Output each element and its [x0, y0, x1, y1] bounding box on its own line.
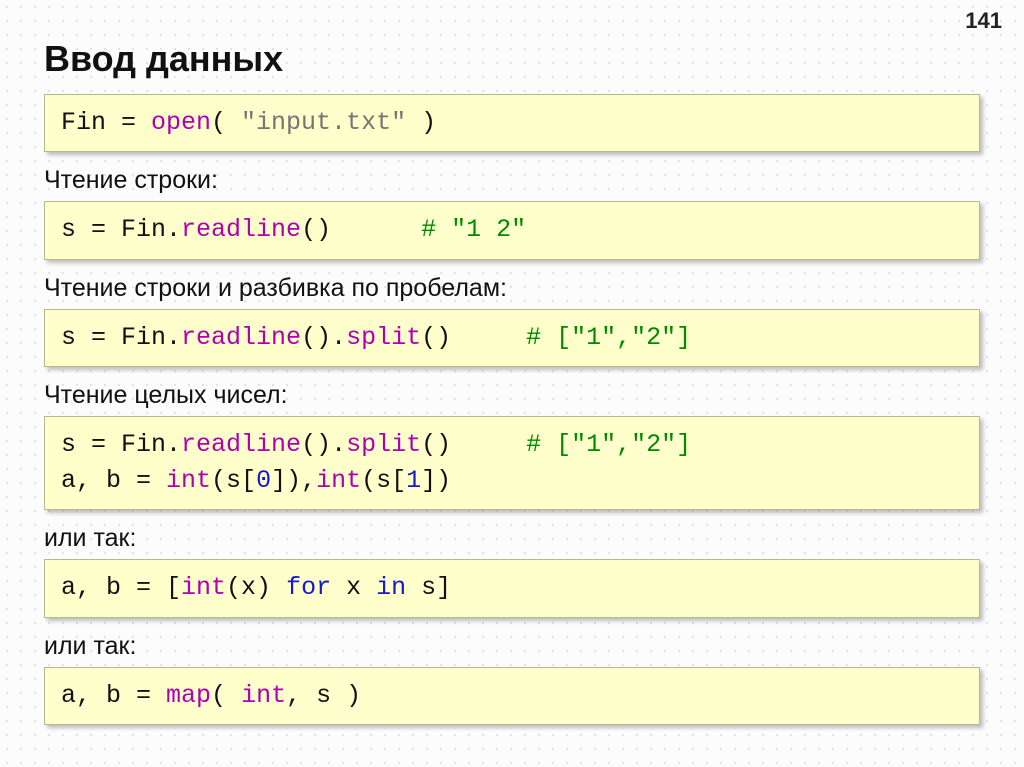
- code-comment: # ["1","2"]: [526, 323, 691, 352]
- code-func: int: [316, 466, 361, 495]
- code-keyword: in: [376, 573, 406, 602]
- page-number: 141: [965, 8, 1002, 34]
- code-text: s]: [406, 573, 451, 602]
- slide-title: Ввод данных: [44, 38, 980, 80]
- code-comment: # ["1","2"]: [526, 430, 691, 459]
- code-text: (: [211, 681, 241, 710]
- code-text: s = Fin.: [61, 215, 181, 244]
- code-func: open: [151, 108, 211, 137]
- code-text: a, b =: [61, 681, 166, 710]
- code-func: readline: [181, 430, 301, 459]
- code-func: readline: [181, 323, 301, 352]
- subheading-3: Чтение целых чисел:: [44, 381, 980, 410]
- slide-content: Ввод данных Fin = open( "input.txt" ) Чт…: [0, 0, 1024, 725]
- code-text: ]),: [271, 466, 316, 495]
- subheading-2: Чтение строки и разбивка по пробелам:: [44, 274, 980, 303]
- code-text: (x): [226, 573, 286, 602]
- code-text: ]): [421, 466, 451, 495]
- code-text: s = Fin.: [61, 430, 181, 459]
- code-block-5: a, b = [int(x) for x in s]: [44, 559, 980, 617]
- code-text: (): [301, 215, 421, 244]
- code-keyword: for: [286, 573, 331, 602]
- code-block-3: s = Fin.readline().split() # ["1","2"]: [44, 309, 980, 367]
- code-text: ): [406, 108, 436, 137]
- code-number: 0: [256, 466, 271, 495]
- code-text: (s[: [211, 466, 256, 495]
- code-text: (): [421, 430, 526, 459]
- code-text: Fin =: [61, 108, 151, 137]
- code-number: 1: [406, 466, 421, 495]
- code-text: a, b =: [61, 466, 166, 495]
- code-comment: # "1 2": [421, 215, 526, 244]
- code-text: (): [421, 323, 526, 352]
- code-text: , s ): [286, 681, 361, 710]
- code-block-6: a, b = map( int, s ): [44, 667, 980, 725]
- code-block-2: s = Fin.readline() # "1 2": [44, 201, 980, 259]
- subheading-5: или так:: [44, 632, 980, 661]
- code-text: a, b = [: [61, 573, 181, 602]
- subheading-4: или так:: [44, 524, 980, 553]
- code-func: int: [181, 573, 226, 602]
- code-text: (s[: [361, 466, 406, 495]
- code-func: map: [166, 681, 211, 710]
- code-text: x: [331, 573, 376, 602]
- code-string: "input.txt": [241, 108, 406, 137]
- subheading-1: Чтение строки:: [44, 166, 980, 195]
- code-text: ().: [301, 323, 346, 352]
- code-text: s = Fin.: [61, 323, 181, 352]
- code-func: readline: [181, 215, 301, 244]
- code-block-4: s = Fin.readline().split() # ["1","2"] a…: [44, 416, 980, 511]
- code-func: split: [346, 323, 421, 352]
- code-func: int: [166, 466, 211, 495]
- code-func: split: [346, 430, 421, 459]
- code-block-1: Fin = open( "input.txt" ): [44, 94, 980, 152]
- code-func: int: [241, 681, 286, 710]
- code-text: (: [211, 108, 241, 137]
- code-text: ().: [301, 430, 346, 459]
